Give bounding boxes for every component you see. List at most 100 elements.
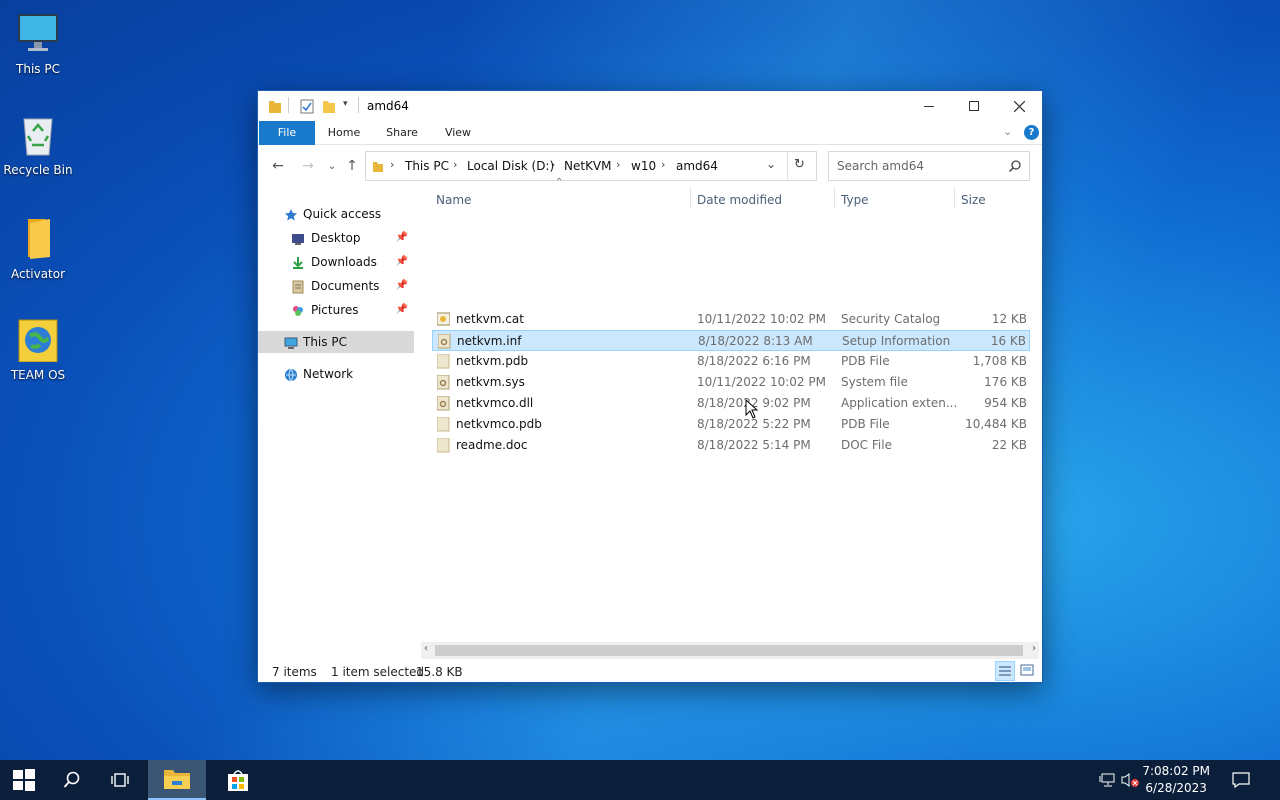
- pin-icon: 📌: [395, 280, 408, 291]
- clock-date: 6/28/2023: [1145, 781, 1207, 795]
- expand-ribbon-icon[interactable]: ⌄: [1003, 125, 1012, 138]
- file-date: 10/11/2022 10:02 PM: [697, 312, 826, 326]
- nav-pictures[interactable]: Pictures 📌: [258, 299, 414, 321]
- large-icons-view-button[interactable]: [1018, 661, 1038, 681]
- taskbar: 7:08:02 PM 6/28/2023: [0, 760, 1280, 800]
- file-type: System file: [841, 375, 908, 389]
- search-input[interactable]: Search amd64: [828, 151, 1030, 181]
- details-view-icon: [999, 666, 1011, 676]
- scrollbar-thumb[interactable]: [435, 645, 1023, 656]
- breadcrumb-this-pc[interactable]: This PC: [405, 159, 449, 173]
- desktop-icon-team-os[interactable]: TEAM OS: [0, 318, 76, 382]
- address-bar[interactable]: › This PC › Local Disk (D:) › NetKVM › w…: [365, 151, 817, 181]
- settings-file-icon: [437, 333, 451, 349]
- tab-share[interactable]: Share: [378, 121, 426, 145]
- file-row[interactable]: readme.doc 8/18/2022 5:14 PM DOC File 22…: [432, 435, 1030, 456]
- taskbar-store[interactable]: [214, 760, 262, 800]
- file-row-selected[interactable]: netkvm.inf 8/18/2022 8:13 AM Setup Infor…: [432, 330, 1030, 351]
- file-row[interactable]: netkvm.cat 10/11/2022 10:02 PM Security …: [432, 309, 1030, 330]
- desktop-folder-icon: [291, 231, 305, 245]
- column-header-name[interactable]: Name: [436, 193, 471, 207]
- action-center-button[interactable]: [1218, 760, 1264, 800]
- folder-icon: [373, 162, 383, 172]
- file-name: netkvmco.dll: [456, 396, 534, 410]
- large-icons-view-icon: [1020, 664, 1034, 676]
- star-icon: [284, 207, 298, 221]
- breadcrumb-local-disk[interactable]: Local Disk (D:): [467, 159, 554, 173]
- system-file-icon: [436, 374, 450, 390]
- properties-icon[interactable]: [300, 98, 314, 114]
- new-folder-icon[interactable]: [322, 98, 336, 114]
- help-icon[interactable]: ?: [1024, 125, 1039, 140]
- taskbar-file-explorer[interactable]: [148, 760, 206, 800]
- breadcrumb-separator-icon: ›: [551, 158, 556, 171]
- details-view-button[interactable]: [995, 661, 1015, 681]
- monitor-icon: [16, 12, 60, 56]
- start-button[interactable]: [0, 760, 48, 800]
- task-view-button[interactable]: [96, 760, 144, 800]
- nav-desktop[interactable]: Desktop 📌: [258, 227, 414, 249]
- search-icon: [63, 771, 80, 788]
- breadcrumb-separator-icon: ›: [661, 158, 666, 171]
- sort-ascending-icon: ⌃: [555, 177, 564, 188]
- file-size: 176 KB: [984, 375, 1027, 389]
- file-list: ⌃ Name Date modified Type Size netkvm.ca…: [428, 177, 1034, 643]
- minimize-button[interactable]: [906, 91, 952, 121]
- file-row[interactable]: netkvm.sys 10/11/2022 10:02 PM System fi…: [432, 372, 1030, 393]
- recent-locations-button[interactable]: ⌄: [322, 157, 342, 175]
- file-size: 16 KB: [990, 334, 1026, 348]
- nav-network[interactable]: Network: [258, 363, 414, 385]
- maximize-button[interactable]: [951, 91, 997, 121]
- address-dropdown-icon[interactable]: ⌄: [766, 157, 776, 171]
- column-header-size[interactable]: Size: [961, 193, 986, 207]
- tab-file[interactable]: File: [259, 121, 315, 145]
- desktop-icon-recycle-bin[interactable]: Recycle Bin: [0, 113, 76, 177]
- nav-downloads[interactable]: Downloads 📌: [258, 251, 414, 273]
- nav-label: This PC: [303, 335, 347, 349]
- clock-time: 7:08:02 PM: [1142, 764, 1210, 778]
- column-header-type[interactable]: Type: [841, 193, 869, 207]
- file-row[interactable]: netkvmco.dll 8/18/2022 9:02 PM Applicati…: [432, 393, 1030, 414]
- up-arrow-icon: ↑: [346, 158, 358, 174]
- address-row: ← → ⌄ ↑ › This PC › Local Disk (D:) › Ne…: [258, 149, 1042, 183]
- breadcrumb-netkvm[interactable]: NetKVM: [564, 159, 612, 173]
- ribbon-tabs: File Home Share View ⌄ ?: [258, 121, 1042, 145]
- selection-size: 15.8 KB: [416, 665, 463, 679]
- search-icon: [1009, 160, 1021, 172]
- scroll-right-icon[interactable]: ›: [1032, 643, 1036, 654]
- file-date: 10/11/2022 10:02 PM: [697, 375, 826, 389]
- back-button[interactable]: ←: [268, 157, 288, 175]
- desktop-icon-activator[interactable]: Activator: [0, 217, 76, 281]
- search-button[interactable]: [48, 760, 96, 800]
- nav-label: Network: [303, 367, 354, 381]
- scroll-left-icon[interactable]: ‹: [424, 643, 428, 654]
- tab-home[interactable]: Home: [320, 121, 368, 145]
- column-header-date[interactable]: Date modified: [697, 193, 782, 207]
- breadcrumb-amd64[interactable]: amd64: [676, 159, 718, 173]
- desktop-icon-this-pc[interactable]: This PC: [0, 12, 76, 76]
- back-arrow-icon: ←: [272, 158, 284, 174]
- close-button[interactable]: [996, 91, 1042, 121]
- title-bar[interactable]: ▾ amd64: [258, 91, 1042, 121]
- minimize-icon: [924, 105, 934, 107]
- nav-this-pc[interactable]: This PC: [258, 331, 414, 353]
- breadcrumb-w10[interactable]: w10: [631, 159, 656, 173]
- pin-icon: 📌: [395, 304, 408, 315]
- folder-icon: [16, 217, 60, 261]
- refresh-icon[interactable]: ↻: [794, 157, 805, 172]
- task-view-icon: [111, 773, 129, 787]
- selection-count: 1 item selected: [331, 665, 425, 679]
- file-date: 8/18/2022 8:13 AM: [698, 334, 813, 348]
- customize-quick-access-icon[interactable]: ▾: [343, 99, 348, 109]
- desktop-icon-label: This PC: [16, 62, 60, 76]
- nav-documents[interactable]: Documents 📌: [258, 275, 414, 297]
- forward-button[interactable]: →: [298, 157, 318, 175]
- horizontal-scrollbar[interactable]: ‹ ›: [421, 642, 1039, 659]
- breadcrumb-separator-icon: ›: [616, 158, 621, 171]
- file-row[interactable]: netkvm.pdb 8/18/2022 6:16 PM PDB File 1,…: [432, 351, 1030, 372]
- tab-view[interactable]: View: [434, 121, 482, 145]
- system-clock[interactable]: 7:08:02 PM 6/28/2023: [1142, 763, 1210, 797]
- nav-quick-access[interactable]: Quick access: [258, 203, 414, 225]
- up-button[interactable]: ↑: [342, 157, 362, 175]
- file-row[interactable]: netkvmco.pdb 8/18/2022 5:22 PM PDB File …: [432, 414, 1030, 435]
